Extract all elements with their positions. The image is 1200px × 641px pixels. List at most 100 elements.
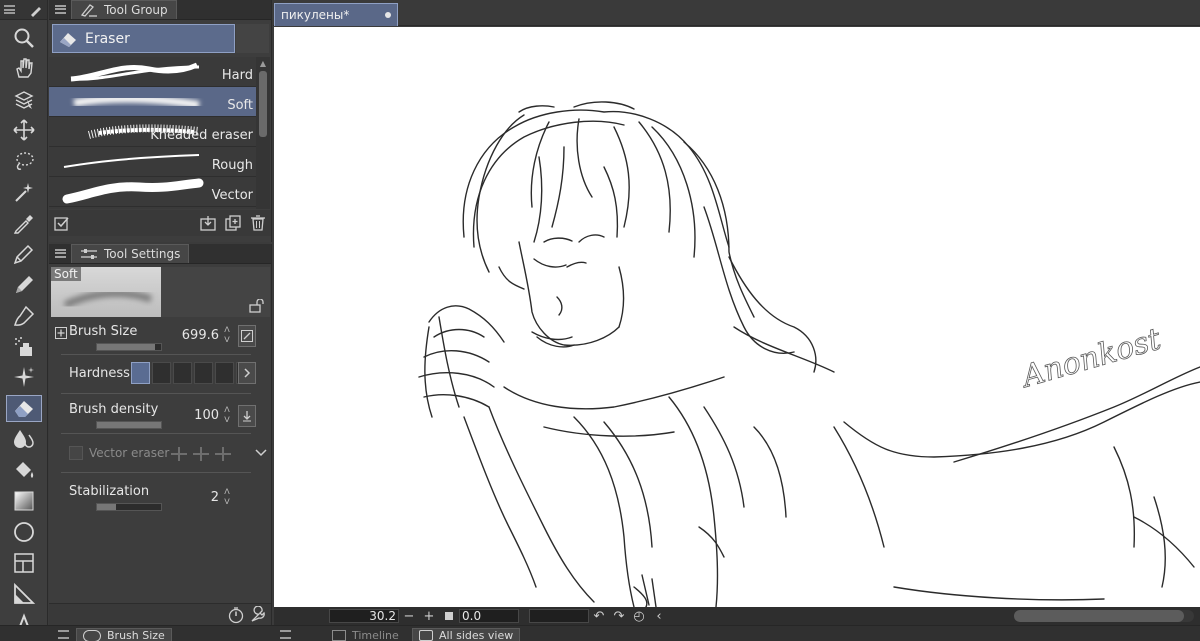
zoom-field[interactable]: 30.2	[329, 609, 399, 623]
tool-hand[interactable]	[6, 55, 42, 82]
vector-eraser-checkbox[interactable]	[69, 446, 83, 460]
tool-eyedropper[interactable]	[6, 209, 42, 236]
tab-brush-size[interactable]: Brush Size	[76, 628, 172, 641]
tool-gradient[interactable]	[6, 488, 42, 515]
vector-eraser-mode-icons[interactable]	[169, 445, 235, 463]
sub-tool-item[interactable]: Vector	[49, 177, 256, 207]
tool-palette	[0, 0, 48, 641]
tool-operation[interactable]	[6, 86, 42, 113]
tab-all-sides-view[interactable]: All sides view	[412, 628, 521, 641]
tab-tool-settings[interactable]: Tool Settings	[71, 244, 190, 263]
tool-airbrush[interactable]	[6, 333, 42, 360]
brush-icon	[13, 305, 35, 326]
canvas-horizontal-scrollbar[interactable]	[1014, 610, 1194, 622]
tool-blend[interactable]	[6, 426, 42, 453]
tool-lasso[interactable]	[6, 148, 42, 175]
zoom-in-button[interactable]: +	[419, 608, 439, 624]
spin-up-icon[interactable]: ᐱ	[224, 406, 229, 414]
brush-size-value[interactable]: 699.6	[182, 328, 219, 343]
tool-decoration[interactable]	[6, 364, 42, 391]
tab-all-sides-label: All sides view	[439, 629, 514, 641]
brush-stroke-preview	[63, 154, 200, 168]
panel-menu-button[interactable]	[49, 0, 71, 19]
tool-magic-wand[interactable]	[6, 179, 42, 206]
fit-button[interactable]	[439, 608, 459, 624]
flip-icon[interactable]: ‹	[649, 608, 669, 624]
spin-down-icon[interactable]: ᐯ	[224, 498, 229, 506]
hardness-selector[interactable]	[131, 362, 255, 384]
tab-timeline-label: Timeline	[352, 628, 399, 641]
gradient-icon	[14, 491, 34, 511]
sub-tool-item[interactable]: Hard	[49, 57, 256, 87]
tool-palette-pen-icon	[31, 6, 41, 17]
reset-icon[interactable]	[227, 606, 245, 624]
expand-plus-icon[interactable]	[55, 327, 67, 339]
tab-tool-group[interactable]: Tool Group	[71, 0, 177, 19]
rotation-slider[interactable]	[529, 609, 589, 623]
sub-tool-eraser[interactable]: Eraser	[52, 24, 235, 53]
import-sub-tool-icon[interactable]	[198, 213, 218, 233]
wrench-icon[interactable]	[249, 606, 267, 624]
spin-down-icon[interactable]: ᐯ	[224, 336, 229, 344]
stabilization-value[interactable]: 2	[211, 490, 219, 505]
spin-up-icon[interactable]: ᐱ	[224, 326, 229, 334]
rotate-right-icon[interactable]: ↷	[609, 608, 629, 624]
frame-icon	[14, 553, 34, 573]
rotate-left-icon[interactable]: ↶	[589, 608, 609, 624]
tab-timeline[interactable]: Timeline	[326, 628, 405, 641]
sub-tool-empty-slot	[236, 24, 269, 53]
tool-frame[interactable]	[6, 549, 42, 576]
ruler-icon	[14, 582, 36, 604]
document-tab[interactable]: пикулены*	[274, 3, 398, 26]
rotation-field[interactable]: 0.0	[459, 609, 519, 623]
brush-density-pressure-button[interactable]	[238, 405, 256, 427]
brush-size-spinner[interactable]: ᐱᐯ	[222, 326, 232, 344]
hardness-step[interactable]	[131, 362, 150, 384]
tool-brush[interactable]	[6, 302, 42, 329]
sub-tool-scrollbar[interactable]: ▲	[256, 57, 270, 209]
tool-pen[interactable]	[6, 240, 42, 267]
duplicate-sub-tool-icon[interactable]	[223, 213, 243, 233]
reset-rotation-icon[interactable]: ◴	[629, 608, 649, 624]
stabilization-slider[interactable]	[96, 503, 162, 511]
spin-up-icon[interactable]: ᐱ	[224, 488, 229, 496]
unlock-icon[interactable]	[248, 299, 264, 313]
brush-density-slider[interactable]	[96, 421, 162, 429]
brush-density-spinner[interactable]: ᐱᐯ	[222, 406, 232, 424]
hardness-step[interactable]	[215, 362, 234, 384]
divider	[61, 472, 251, 473]
menu-icon[interactable]	[4, 5, 15, 14]
panel-menu-button[interactable]	[49, 243, 71, 263]
tool-move[interactable]	[6, 117, 42, 144]
chevron-down-icon[interactable]	[255, 448, 267, 458]
hardness-expand-button[interactable]	[238, 362, 256, 384]
sub-tool-item[interactable]: Soft	[49, 87, 256, 117]
menu-icon[interactable]	[280, 630, 291, 639]
scroll-thumb[interactable]	[259, 71, 267, 137]
sub-tool-item[interactable]: Rough	[49, 147, 256, 177]
trash-icon[interactable]	[248, 213, 268, 233]
brush-size-slider[interactable]	[96, 343, 162, 351]
scroll-up-icon[interactable]: ▲	[256, 57, 270, 69]
tool-ruler[interactable]	[6, 580, 42, 607]
spin-down-icon[interactable]: ᐯ	[224, 416, 229, 424]
sub-tool-item[interactable]: Kneaded eraser	[49, 117, 256, 147]
scroll-thumb[interactable]	[1014, 610, 1184, 622]
tool-figure[interactable]	[6, 518, 42, 545]
tool-eraser[interactable]	[6, 394, 42, 422]
tool-fill[interactable]	[6, 457, 42, 484]
hardness-step[interactable]	[173, 362, 192, 384]
tool-zoom[interactable]	[6, 24, 42, 51]
close-icon[interactable]	[385, 12, 391, 18]
hardness-step[interactable]	[194, 362, 213, 384]
canvas[interactable]: Anonkost	[274, 27, 1200, 607]
menu-icon[interactable]	[58, 630, 69, 639]
stabilization-spinner[interactable]: ᐱᐯ	[222, 488, 232, 506]
brush-size-pressure-button[interactable]	[238, 325, 256, 347]
hardness-step[interactable]	[152, 362, 171, 384]
sub-tool-icon	[80, 4, 97, 17]
tool-property-toggle-icon[interactable]	[52, 213, 72, 233]
brush-density-value[interactable]: 100	[194, 408, 219, 423]
zoom-out-button[interactable]: −	[399, 608, 419, 624]
tool-pencil[interactable]	[6, 271, 42, 298]
